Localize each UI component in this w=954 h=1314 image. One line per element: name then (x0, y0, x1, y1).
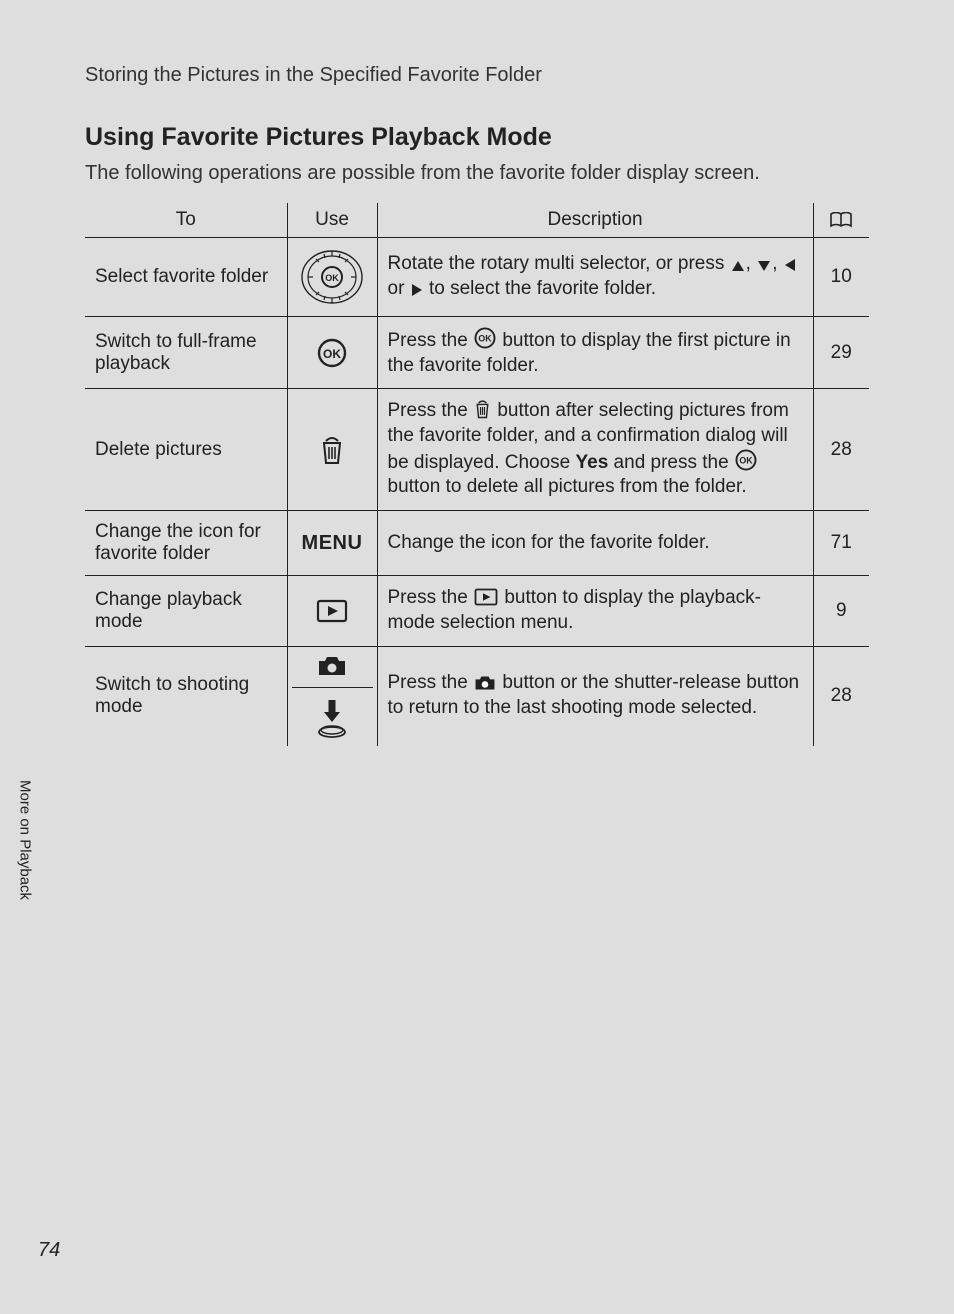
use-cell (287, 576, 377, 646)
svg-text:OK: OK (323, 347, 341, 361)
description-cell: Rotate the rotary multi selector, or pre… (377, 238, 813, 317)
page-cell: 71 (813, 511, 869, 576)
main-heading: Using Favorite Pictures Playback Mode (85, 123, 869, 152)
side-tab: More on Playback (14, 774, 36, 952)
desc-bold: Yes (576, 452, 609, 473)
desc-text: and press the (608, 452, 734, 473)
right-arrow-icon (411, 283, 423, 297)
ok-button-icon: OK (735, 449, 757, 471)
desc-text: Press the (388, 672, 474, 693)
desc-text: button to delete all pictures from the f… (388, 476, 747, 497)
trash-icon (319, 435, 345, 465)
page-cell: 29 (813, 317, 869, 389)
page-number: 74 (38, 1239, 60, 1262)
playback-button-icon (316, 599, 348, 623)
use-cell: MENU (287, 511, 377, 576)
page-cell: 10 (813, 238, 869, 317)
table-header-row: To Use Description (85, 203, 869, 238)
header-description: Description (377, 203, 813, 238)
shutter-release-icon (315, 698, 349, 738)
menu-button-label: MENU (302, 532, 363, 554)
description-cell: Press the button after selecting picture… (377, 389, 813, 511)
up-arrow-icon (731, 260, 745, 272)
desc-text: Rotate the rotary multi selector, or pre… (388, 253, 730, 274)
page-cell: 28 (813, 389, 869, 511)
use-cell (287, 389, 377, 511)
description-cell: Press the OK button to display the first… (377, 317, 813, 389)
table-row: Switch to shooting mode (85, 646, 869, 746)
page-cell: 9 (813, 576, 869, 646)
operations-table: To Use Description Select favorite folde… (85, 203, 869, 746)
description-cell: Press the button or the shutter-release … (377, 646, 813, 746)
trash-icon (474, 399, 491, 419)
to-cell: Delete pictures (85, 389, 287, 511)
table-row: Delete pictures Press the button after s… (85, 389, 869, 511)
table-row: Change the icon for favorite folder MENU… (85, 511, 869, 576)
desc-text: Press the (388, 587, 474, 608)
rotary-selector-icon: OK (299, 244, 365, 310)
header-use: Use (287, 203, 377, 238)
use-cell (287, 646, 377, 746)
desc-text: Press the (388, 400, 474, 421)
desc-text: to select the favorite folder. (424, 278, 656, 299)
table-row: Change playback mode Press the button to… (85, 576, 869, 646)
use-cell: OK (287, 317, 377, 389)
page-header: Storing the Pictures in the Specified Fa… (85, 64, 869, 87)
side-tab-label: More on Playback (17, 774, 34, 900)
description-cell: Press the button to display the playback… (377, 576, 813, 646)
table-row: Select favorite folder OK (85, 238, 869, 317)
table-row: Switch to full-frame playback OK Press t… (85, 317, 869, 389)
svg-text:OK: OK (325, 273, 339, 283)
playback-button-icon (474, 588, 498, 606)
to-cell: Select favorite folder (85, 238, 287, 317)
down-arrow-icon (757, 260, 771, 272)
left-arrow-icon (784, 258, 796, 272)
page-cell: 28 (813, 646, 869, 746)
intro-text: The following operations are possible fr… (85, 162, 869, 185)
use-cell: OK (287, 238, 377, 317)
to-cell: Change the icon for favorite folder (85, 511, 287, 576)
ok-button-icon: OK (317, 338, 347, 368)
book-icon (829, 212, 853, 228)
camera-icon (317, 655, 347, 677)
header-page-ref-icon (813, 203, 869, 238)
to-cell: Switch to full-frame playback (85, 317, 287, 389)
camera-icon (474, 675, 496, 691)
header-to: To (85, 203, 287, 238)
svg-text:OK: OK (739, 455, 753, 465)
svg-text:OK: OK (478, 334, 492, 344)
description-cell: Change the icon for the favorite folder. (377, 511, 813, 576)
desc-text: Press the (388, 330, 474, 351)
to-cell: Change playback mode (85, 576, 287, 646)
to-cell: Switch to shooting mode (85, 646, 287, 746)
ok-button-icon: OK (474, 327, 496, 349)
